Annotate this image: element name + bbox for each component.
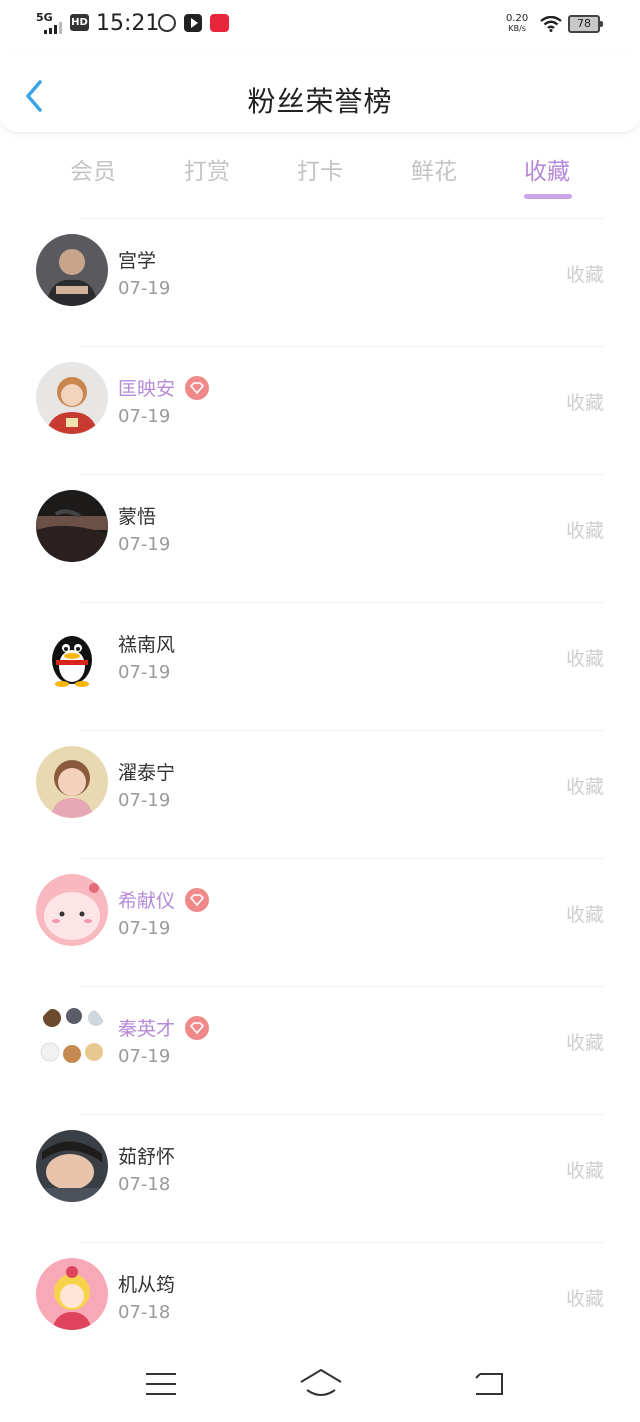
clock: 15:21 — [96, 11, 160, 36]
tab-bar: 会员 打赏 打卡 鲜花 收藏 — [36, 142, 604, 202]
divider — [80, 474, 604, 475]
user-name: 茹舒怀 — [118, 1142, 175, 1169]
date: 07-19 — [118, 406, 171, 427]
wifi-icon — [540, 16, 562, 32]
red-app-icon — [210, 14, 229, 32]
avatar[interactable] — [36, 1002, 108, 1074]
list-item[interactable]: 蒙悟 07-19 收藏 — [0, 474, 640, 602]
divider — [80, 1114, 604, 1115]
action-label: 收藏 — [565, 904, 604, 926]
user-name-text: 茹舒怀 — [118, 1146, 176, 1168]
home-button[interactable] — [298, 1366, 344, 1402]
date: 07-19 — [118, 662, 171, 683]
user-name: 蒙悟 — [118, 502, 156, 529]
list-item[interactable]: 茹舒怀 07-18 收藏 — [0, 1114, 640, 1242]
user-name: 机从筠 — [118, 1270, 175, 1297]
divider — [80, 218, 604, 219]
menu-button[interactable] — [142, 1366, 182, 1402]
date: 07-19 — [118, 278, 171, 299]
signal-icon — [44, 22, 66, 34]
date: 07-18 — [118, 1174, 171, 1195]
diamond-icon — [185, 1015, 210, 1040]
action-label: 收藏 — [565, 776, 604, 798]
tab-rewards[interactable]: 打赏 — [150, 152, 264, 186]
user-name-text: 禚南风 — [118, 634, 176, 656]
user-name-text: 蒙悟 — [118, 506, 157, 528]
user-name: 濯泰宁 — [118, 758, 175, 785]
page-title: 粉丝荣誉榜 — [247, 85, 393, 118]
date: 07-19 — [118, 918, 171, 939]
user-name: 希献仪 — [118, 886, 210, 914]
action-label: 收藏 — [565, 392, 604, 414]
active-tab-indicator — [524, 194, 572, 199]
action-label: 收藏 — [565, 264, 604, 286]
divider — [80, 986, 604, 987]
date: 07-19 — [118, 790, 171, 811]
tab-checkin[interactable]: 打卡 — [263, 152, 377, 186]
list-item[interactable]: 机从筠 07-18 收藏 — [0, 1242, 640, 1370]
divider — [80, 602, 604, 603]
menu-icon — [146, 1373, 176, 1395]
action-label: 收藏 — [565, 1288, 604, 1310]
back-nav-button[interactable] — [470, 1366, 510, 1402]
date: 07-18 — [118, 1302, 171, 1323]
network-speed-value: 0.20 — [506, 13, 529, 24]
status-bar: 5G HD 15:21 0.20 KB/s 78 — [0, 0, 640, 50]
avatar[interactable] — [36, 1130, 108, 1202]
avatar[interactable] — [36, 874, 108, 946]
avatar[interactable] — [36, 746, 108, 818]
list-item[interactable]: 濯泰宁 07-19 收藏 — [0, 730, 640, 858]
action-label: 收藏 — [565, 1032, 604, 1054]
user-name: 宫学 — [118, 246, 156, 273]
battery-icon: 78 — [568, 15, 603, 33]
tab-favorites[interactable]: 收藏 — [490, 152, 604, 186]
hd-icon: HD — [70, 14, 89, 31]
avatar[interactable] — [36, 490, 108, 562]
header: 粉丝荣誉榜 — [0, 52, 640, 133]
home-icon — [300, 1369, 342, 1396]
user-name: 秦英才 — [118, 1014, 210, 1042]
list-item[interactable]: 希献仪 07-19 收藏 — [0, 858, 640, 986]
tab-membership[interactable]: 会员 — [36, 152, 150, 186]
user-name-text: 机从筠 — [118, 1274, 176, 1296]
action-label: 收藏 — [565, 648, 604, 670]
list-item[interactable]: 禚南风 07-19 收藏 — [0, 602, 640, 730]
user-name-text: 宫学 — [118, 250, 157, 272]
user-name: 匡映安 — [118, 374, 210, 402]
user-name-text: 希献仪 — [118, 890, 176, 912]
back-icon — [475, 1373, 503, 1395]
fan-list: 宫学 07-19 收藏 匡映安 07-19 收藏 蒙悟 07-19 收藏 禚南风… — [0, 218, 640, 1370]
date: 07-19 — [118, 534, 171, 555]
tab-flowers[interactable]: 鲜花 — [377, 152, 491, 186]
system-nav-bar — [0, 1352, 640, 1422]
list-item[interactable]: 秦英才 07-19 收藏 — [0, 986, 640, 1114]
avatar[interactable] — [36, 362, 108, 434]
action-label: 收藏 — [565, 1160, 604, 1182]
list-item[interactable]: 匡映安 07-19 收藏 — [0, 346, 640, 474]
divider — [80, 1242, 604, 1243]
user-name-text: 濯泰宁 — [118, 762, 176, 784]
list-item[interactable]: 宫学 07-19 收藏 — [0, 218, 640, 346]
divider — [80, 346, 604, 347]
user-name-text: 匡映安 — [118, 378, 176, 400]
avatar[interactable] — [36, 1258, 108, 1330]
avatar[interactable] — [36, 234, 108, 306]
diamond-icon — [185, 375, 210, 400]
user-name: 禚南风 — [118, 630, 175, 657]
network-speed: 0.20 KB/s — [506, 14, 528, 34]
divider — [80, 858, 604, 859]
app-notification-icon — [158, 14, 176, 32]
avatar[interactable] — [36, 618, 108, 690]
date: 07-19 — [118, 1046, 171, 1067]
divider — [80, 730, 604, 731]
network-speed-unit: KB/s — [508, 24, 526, 33]
diamond-icon — [185, 887, 210, 912]
user-name-text: 秦英才 — [118, 1018, 176, 1040]
video-app-icon — [184, 14, 202, 32]
action-label: 收藏 — [565, 520, 604, 542]
